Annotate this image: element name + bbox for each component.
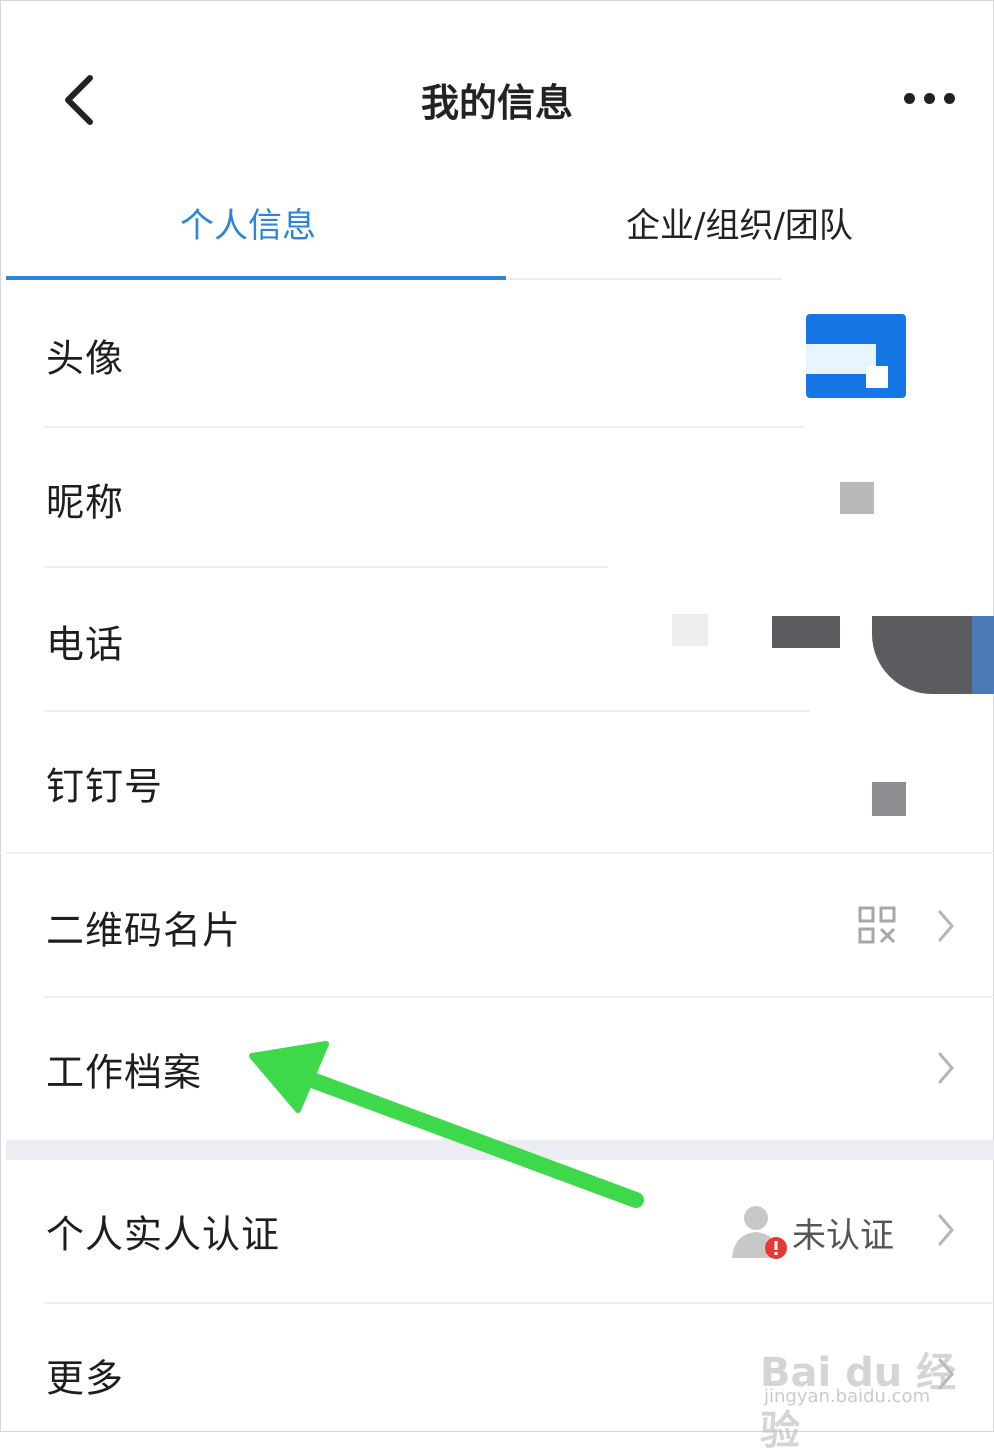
- avatar-label: 头像: [46, 336, 125, 381]
- row-qr-card[interactable]: 二维码名片: [0, 856, 994, 998]
- phone-redacted: [772, 616, 840, 648]
- tab-divider: [506, 278, 782, 280]
- dingtalk-id-label: 钉钉号: [46, 764, 164, 809]
- page-title: 我的信息: [420, 81, 573, 125]
- more-dots-icon[interactable]: [904, 88, 964, 108]
- divider: [44, 566, 608, 568]
- row-phone[interactable]: 电话: [0, 570, 994, 712]
- unverified-person-icon: [732, 1206, 787, 1259]
- qr-code-icon: [858, 906, 896, 944]
- nickname-label: 昵称: [46, 480, 125, 525]
- real-name-verify-label: 个人实人认证: [46, 1212, 281, 1257]
- work-file-label: 工作档案: [46, 1050, 203, 1095]
- chevron-right-icon: [938, 1214, 954, 1246]
- avatar-image[interactable]: [806, 314, 906, 398]
- qr-card-label: 二维码名片: [46, 908, 242, 953]
- verify-status-text: 未认证: [792, 1216, 894, 1256]
- watermark-url: jingyan.baidu.com: [764, 1386, 931, 1407]
- section-gap: [6, 1140, 994, 1160]
- chevron-right-icon: [938, 1052, 954, 1084]
- chevron-right-icon: [938, 910, 954, 942]
- active-tab-indicator: [6, 276, 506, 280]
- tab-personal-info[interactable]: 个人信息: [180, 198, 316, 247]
- row-work-file[interactable]: 工作档案: [0, 998, 994, 1140]
- phone-redacted: [672, 614, 708, 646]
- phone-label: 电话: [46, 622, 125, 667]
- divider: [6, 852, 994, 854]
- nickname-redacted: [840, 482, 874, 514]
- row-dingtalk-id[interactable]: 钉钉号: [0, 712, 994, 854]
- dingtalk-id-redacted: [872, 782, 906, 816]
- more-label: 更多: [46, 1356, 125, 1401]
- tab-organization[interactable]: 企业/组织/团队: [626, 198, 853, 247]
